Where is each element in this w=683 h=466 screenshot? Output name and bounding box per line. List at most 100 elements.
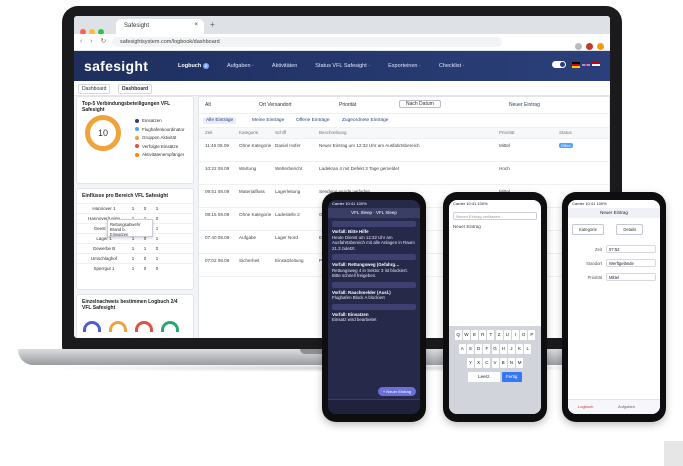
- left-panel: Top-5 Verbindungsbeteiligungen VFL Safes…: [76, 96, 194, 338]
- key[interactable]: M: [516, 358, 524, 368]
- nav-label: Logbuch: [178, 63, 202, 69]
- key[interactable]: H: [499, 344, 507, 354]
- nav-export[interactable]: Exporteinen ·: [388, 63, 421, 69]
- location-dropdown[interactable]: Ort Versandort: [259, 102, 292, 108]
- log-entry[interactable]: Vorfall: Bitte Hilfe Heute Dienst um 12:3…: [332, 221, 416, 251]
- nav-checklist[interactable]: Checklist ·: [439, 63, 465, 69]
- time-field[interactable]: 07:52: [606, 245, 656, 253]
- area-table: Hannover 1101 Hannover/Leine110 Geest Si…: [77, 203, 193, 273]
- key[interactable]: U: [503, 330, 511, 340]
- table-row[interactable]: Hannover 1101: [77, 203, 193, 213]
- tab-dashboard-1[interactable]: Dashboard: [78, 84, 111, 94]
- log-entry[interactable]: Vorfall: Rettungsweg (Gefahrg… Rettungswe…: [332, 254, 416, 279]
- key[interactable]: D: [475, 344, 483, 354]
- filter-assigned[interactable]: Zugeordnete Einträge: [339, 117, 391, 124]
- new-tab-button[interactable]: +: [210, 20, 215, 29]
- phone-tab-bar[interactable]: Logbuch Aufgaben: [568, 399, 660, 414]
- status-bar: Carrier 10:41 100%: [332, 201, 367, 206]
- compose-input[interactable]: Neuen Eintrag verfassen: [453, 212, 537, 220]
- flag-uk-icon[interactable]: [582, 61, 590, 68]
- key[interactable]: Y: [466, 358, 474, 368]
- details-button[interactable]: Details: [616, 224, 644, 235]
- nav-tasks[interactable]: Aufgaben ·: [227, 63, 254, 69]
- phone-compose: Carrier 10:41 100% Neuen Eintrag verfass…: [443, 192, 547, 422]
- app-logo[interactable]: safesight: [84, 58, 148, 74]
- compose-text[interactable]: Neuer Eintrag: [453, 224, 537, 229]
- key[interactable]: G: [491, 344, 499, 354]
- extension-icon[interactable]: [586, 43, 593, 50]
- phone-logbook: Carrier 10:41 100% VFL Sleep · VFL Sleep…: [322, 192, 426, 422]
- priority-filter[interactable]: Priorität: [339, 102, 356, 108]
- gauge: [83, 321, 101, 332]
- legend-item[interactable]: Einsatzen: [135, 117, 185, 126]
- log-entry[interactable]: Vorfall: Einsatzen Einsatz wird bearbeite…: [332, 303, 416, 323]
- nav-logbook[interactable]: Logbuch 2: [178, 63, 209, 69]
- legend-item[interactable]: Flughafenkoordinator: [135, 126, 185, 135]
- key[interactable]: N: [507, 358, 515, 368]
- category-button[interactable]: Kategorie: [572, 224, 604, 235]
- new-entry-button[interactable]: Neuer Eintrag: [509, 102, 540, 108]
- key[interactable]: Q: [454, 330, 462, 340]
- filter-dropdown[interactable]: Alt: [205, 102, 211, 108]
- filter-mine[interactable]: Meine Einträge: [249, 117, 287, 124]
- key[interactable]: X: [475, 358, 483, 368]
- browser-tab[interactable]: Safesight ×: [116, 19, 204, 34]
- phone-entry-form: Carrier 10:41 100% Neuer Eintrag Kategor…: [562, 192, 666, 422]
- log-entry[interactable]: Vorfall: Rauchmelder (Ausl.) Flughafen Bl…: [332, 281, 416, 301]
- key[interactable]: K: [516, 344, 524, 354]
- filter-open[interactable]: Offene Einträge: [293, 117, 333, 124]
- done-key[interactable]: Fertig: [501, 372, 522, 382]
- table-header: Zeit Kategorie Schiff Beschreibung Prior…: [199, 128, 609, 139]
- key[interactable]: V: [491, 358, 499, 368]
- tab-dashboard-2[interactable]: Dashboard: [118, 84, 153, 94]
- extension-icon[interactable]: [575, 43, 582, 50]
- phone-tab-bar[interactable]: [328, 399, 420, 414]
- key[interactable]: P: [528, 330, 536, 340]
- location-field[interactable]: Werftgelände: [606, 259, 656, 267]
- date-sort[interactable]: Nach Datum: [399, 100, 441, 108]
- key[interactable]: O: [520, 330, 528, 340]
- new-entry-button[interactable]: + Neuer Eintrag: [377, 387, 416, 396]
- key[interactable]: L: [524, 344, 532, 354]
- legend-item[interactable]: Gruppen Aktivität: [135, 134, 185, 143]
- filter-all[interactable]: Alle Einträge: [203, 117, 237, 124]
- gauge: [135, 321, 153, 332]
- nav-arrows-icon[interactable]: ‹ › ↻: [80, 37, 109, 45]
- profile-avatar[interactable]: [597, 43, 604, 50]
- card-title: Einzelnachweis bestimmen Logbuch 2/4 VFL…: [82, 299, 178, 311]
- key[interactable]: T: [487, 330, 495, 340]
- legend-item[interactable]: Aktivitätenempfänger: [135, 151, 185, 160]
- tab-logbook[interactable]: Logbuch: [578, 404, 593, 409]
- key[interactable]: R: [479, 330, 487, 340]
- key[interactable]: B: [499, 358, 507, 368]
- table-row[interactable]: Umschlaghof 1 0 1: [77, 253, 193, 263]
- key[interactable]: E: [471, 330, 479, 340]
- nav-badge: 2: [202, 63, 209, 69]
- flag-nl-icon[interactable]: [592, 61, 600, 68]
- key[interactable]: F: [483, 344, 491, 354]
- priority-field[interactable]: Mittel: [606, 273, 656, 281]
- key[interactable]: W: [462, 330, 470, 340]
- key[interactable]: Z: [495, 330, 503, 340]
- key[interactable]: I: [511, 330, 519, 340]
- entry-filters: Alle Einträge Meine Einträge Offene Eint…: [199, 114, 609, 128]
- key[interactable]: S: [466, 344, 474, 354]
- key[interactable]: J: [507, 344, 515, 354]
- table-row[interactable]: Sperrgut 1100: [77, 263, 193, 273]
- address-bar[interactable]: safesightsystem.com/logbook/dashboard: [112, 37, 502, 47]
- flag-de-icon[interactable]: [572, 61, 580, 68]
- nav-status[interactable]: Status VFL Safesight ·: [315, 63, 370, 69]
- gauge-row: [77, 315, 193, 338]
- key[interactable]: A: [458, 344, 466, 354]
- key[interactable]: C: [483, 358, 491, 368]
- table-row[interactable]: 10:22 08.09 Wartung Wetterbericht Ladekran …: [199, 162, 609, 185]
- phone-screen: Carrier 10:41 100% Neuer Eintrag Kategor…: [568, 200, 660, 414]
- nav-activities[interactable]: Aktivitäten: [272, 63, 297, 69]
- table-row[interactable]: Gewerbe B110: [77, 243, 193, 253]
- mode-toggle[interactable]: [552, 61, 566, 68]
- legend-item[interactable]: Verfolgte Einsätze: [135, 143, 185, 152]
- close-tab-icon[interactable]: ×: [194, 22, 198, 28]
- tab-tasks[interactable]: Aufgaben: [618, 404, 635, 409]
- table-row[interactable]: 11:46 08.09 Ohne Kategorie Daniel Hofer Neu…: [199, 139, 609, 162]
- space-key[interactable]: Leerz.: [468, 372, 501, 382]
